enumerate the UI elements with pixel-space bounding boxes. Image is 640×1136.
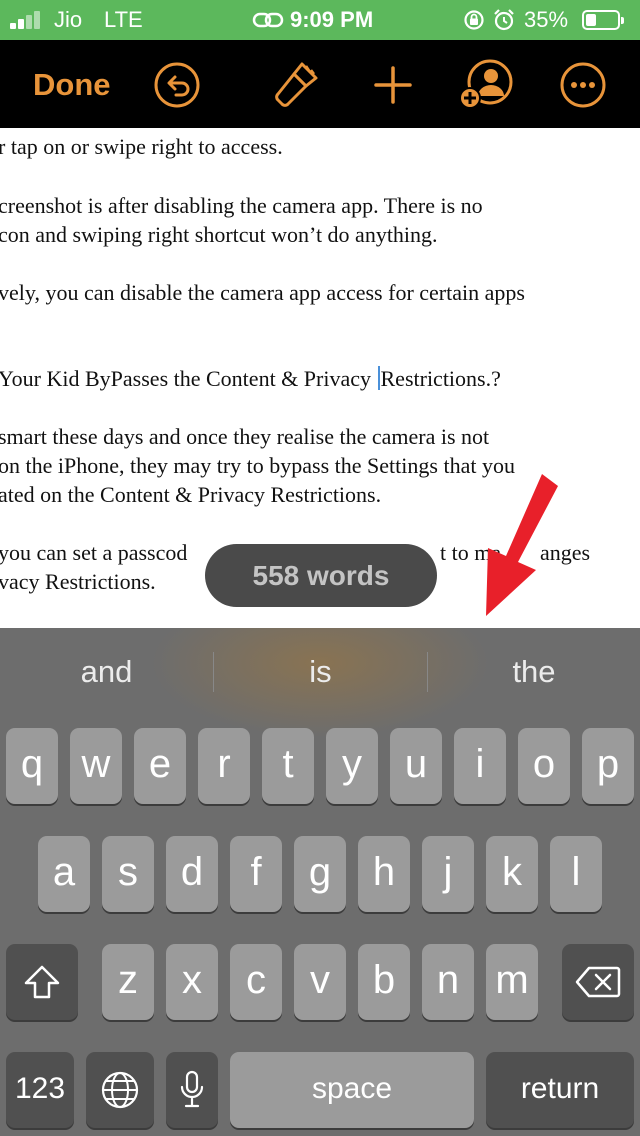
shift-key[interactable] — [6, 944, 78, 1020]
heading-text-end: Restrictions.? — [380, 366, 501, 391]
space-key[interactable]: space — [230, 1052, 474, 1128]
key-d[interactable]: d — [166, 836, 218, 912]
key-t[interactable]: t — [262, 728, 314, 804]
key-a[interactable]: a — [38, 836, 90, 912]
return-key[interactable]: return — [486, 1052, 634, 1128]
shift-icon — [24, 965, 60, 999]
collaborate-icon[interactable] — [458, 56, 514, 112]
key-p[interactable]: p — [582, 728, 634, 804]
annotation-arrow — [486, 474, 558, 616]
key-x[interactable]: x — [166, 944, 218, 1020]
alarm-icon — [494, 9, 514, 31]
key-i[interactable]: i — [454, 728, 506, 804]
key-f[interactable]: f — [230, 836, 282, 912]
key-v[interactable]: v — [294, 944, 346, 1020]
key-y[interactable]: y — [326, 728, 378, 804]
key-o[interactable]: o — [518, 728, 570, 804]
doc-line: you can set a passcod — [0, 540, 188, 565]
doc-line: ated on the Content & Privacy Restrictio… — [0, 482, 382, 507]
doc-line: smart these days and once they realise t… — [0, 424, 490, 449]
delete-icon — [575, 966, 621, 998]
orientation-lock-icon — [464, 10, 484, 30]
suggestion-1[interactable]: and — [0, 628, 213, 718]
doc-line: con and swiping right shortcut won’t do … — [0, 222, 438, 247]
key-z[interactable]: z — [102, 944, 154, 1020]
key-l[interactable]: l — [550, 836, 602, 912]
globe-key[interactable] — [86, 1052, 154, 1128]
doc-line: on the iPhone, they may try to bypass th… — [0, 453, 515, 478]
dictation-key[interactable] — [166, 1052, 218, 1128]
doc-line: vely, you can disable the camera app acc… — [0, 280, 525, 305]
key-j[interactable]: j — [422, 836, 474, 912]
key-b[interactable]: b — [358, 944, 410, 1020]
signal-icon — [10, 11, 46, 29]
done-button[interactable]: Done — [33, 65, 111, 105]
microphone-icon — [180, 1070, 204, 1108]
battery-percent: 35% — [524, 7, 569, 32]
status-bar: Jio LTE 9:09 PM 35% — [0, 0, 640, 40]
key-w[interactable]: w — [70, 728, 122, 804]
globe-icon — [101, 1071, 139, 1109]
doc-heading-line: Your Kid ByPasses the Content & Privacy … — [0, 364, 501, 393]
numbers-key[interactable]: 123 — [6, 1052, 74, 1128]
key-c[interactable]: c — [230, 944, 282, 1020]
key-m[interactable]: m — [486, 944, 538, 1020]
doc-line: vacy Restrictions. — [0, 569, 156, 594]
key-h[interactable]: h — [358, 836, 410, 912]
key-u[interactable]: u — [390, 728, 442, 804]
heading-text: Your Kid ByPasses the Content & Privacy — [0, 366, 377, 391]
key-q[interactable]: q — [6, 728, 58, 804]
clock-label: 9:09 PM — [290, 7, 374, 32]
add-icon[interactable] — [368, 60, 418, 110]
more-icon[interactable] — [558, 60, 608, 110]
suggestion-2[interactable]: is — [214, 628, 427, 718]
key-r[interactable]: r — [198, 728, 250, 804]
doc-line: r tap on or swipe right to access. — [0, 134, 283, 159]
keyboard: and is the q w e r t y u i o p a s d f g… — [0, 628, 640, 1136]
key-s[interactable]: s — [102, 836, 154, 912]
text-cursor — [377, 366, 380, 390]
toolbar: Done — [0, 40, 640, 128]
key-k[interactable]: k — [486, 836, 538, 912]
network-label: LTE — [104, 7, 143, 32]
delete-key[interactable] — [562, 944, 634, 1020]
undo-icon[interactable] — [152, 60, 202, 110]
battery-icon — [582, 10, 624, 30]
doc-line: creenshot is after disabling the camera … — [0, 193, 483, 218]
key-e[interactable]: e — [134, 728, 186, 804]
suggestion-3[interactable]: the — [428, 628, 640, 718]
word-count-badge: 558 words — [205, 544, 437, 607]
link-icon — [252, 12, 284, 28]
key-n[interactable]: n — [422, 944, 474, 1020]
key-g[interactable]: g — [294, 836, 346, 912]
paintbrush-icon[interactable] — [272, 60, 322, 110]
carrier-label: Jio — [54, 7, 83, 32]
